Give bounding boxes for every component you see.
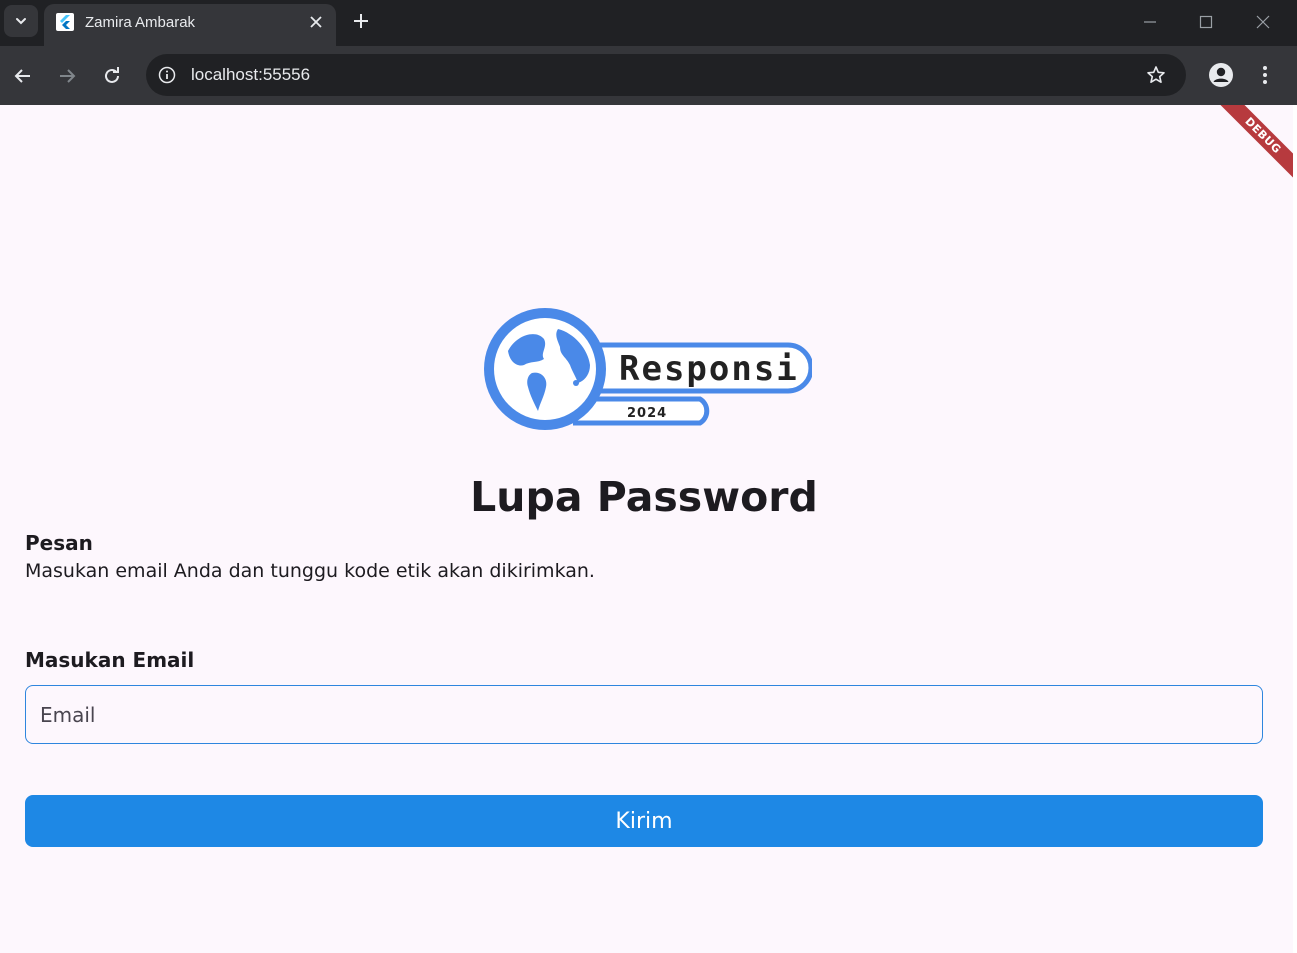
responsi-logo: Responsi 2024 xyxy=(478,303,814,435)
reload-icon xyxy=(105,67,119,83)
logo-word: Responsi xyxy=(619,349,799,389)
reload-button[interactable] xyxy=(98,62,126,90)
arrow-left-icon xyxy=(14,69,30,83)
back-button[interactable] xyxy=(9,62,37,90)
browser-toolbar: localhost:55556 xyxy=(0,46,1297,105)
logo-year: 2024 xyxy=(627,406,667,421)
tab-close-button[interactable] xyxy=(306,12,326,32)
profile-icon xyxy=(1209,63,1233,87)
tab-search-button[interactable] xyxy=(4,5,38,37)
message-label: Pesan xyxy=(25,531,93,555)
page-title: Lupa Password xyxy=(470,473,818,521)
maximize-button[interactable] xyxy=(1194,10,1218,34)
close-icon xyxy=(310,16,322,28)
close-window-button[interactable] xyxy=(1251,10,1275,34)
arrow-right-icon xyxy=(60,69,76,83)
chevron-down-icon xyxy=(16,18,26,25)
plus-icon xyxy=(354,14,368,28)
bookmark-button[interactable] xyxy=(1144,63,1168,87)
debug-banner: DEBUG xyxy=(1214,105,1293,184)
message-text: Masukan email Anda dan tunggu kode etik … xyxy=(25,560,595,582)
browser-tab[interactable]: Zamira Ambarak xyxy=(44,4,336,46)
minimize-button[interactable] xyxy=(1138,10,1162,34)
window-edge xyxy=(1293,105,1297,953)
browser-menu-button[interactable] xyxy=(1252,61,1278,89)
submit-button[interactable]: Kirim xyxy=(25,795,1263,847)
flutter-favicon-icon xyxy=(56,13,74,31)
address-bar[interactable]: localhost:55556 xyxy=(146,54,1186,96)
minimize-icon xyxy=(1144,21,1156,23)
new-tab-button[interactable] xyxy=(348,8,374,34)
kebab-menu-icon xyxy=(1263,66,1267,84)
tab-strip: Zamira Ambarak xyxy=(0,0,1297,46)
url-text[interactable]: localhost:55556 xyxy=(191,65,310,85)
profile-button[interactable] xyxy=(1207,61,1235,89)
email-field[interactable] xyxy=(25,685,1263,744)
close-window-icon xyxy=(1256,15,1270,29)
app-page: DEBUG Responsi 2024 Lupa Password Pesan … xyxy=(0,105,1293,953)
star-icon xyxy=(1147,66,1165,83)
forward-button[interactable] xyxy=(53,62,81,90)
tab-title: Zamira Ambarak xyxy=(85,14,196,31)
site-info-button[interactable] xyxy=(156,64,178,86)
email-label: Masukan Email xyxy=(25,648,195,672)
maximize-icon xyxy=(1199,15,1213,29)
info-icon xyxy=(158,66,176,84)
